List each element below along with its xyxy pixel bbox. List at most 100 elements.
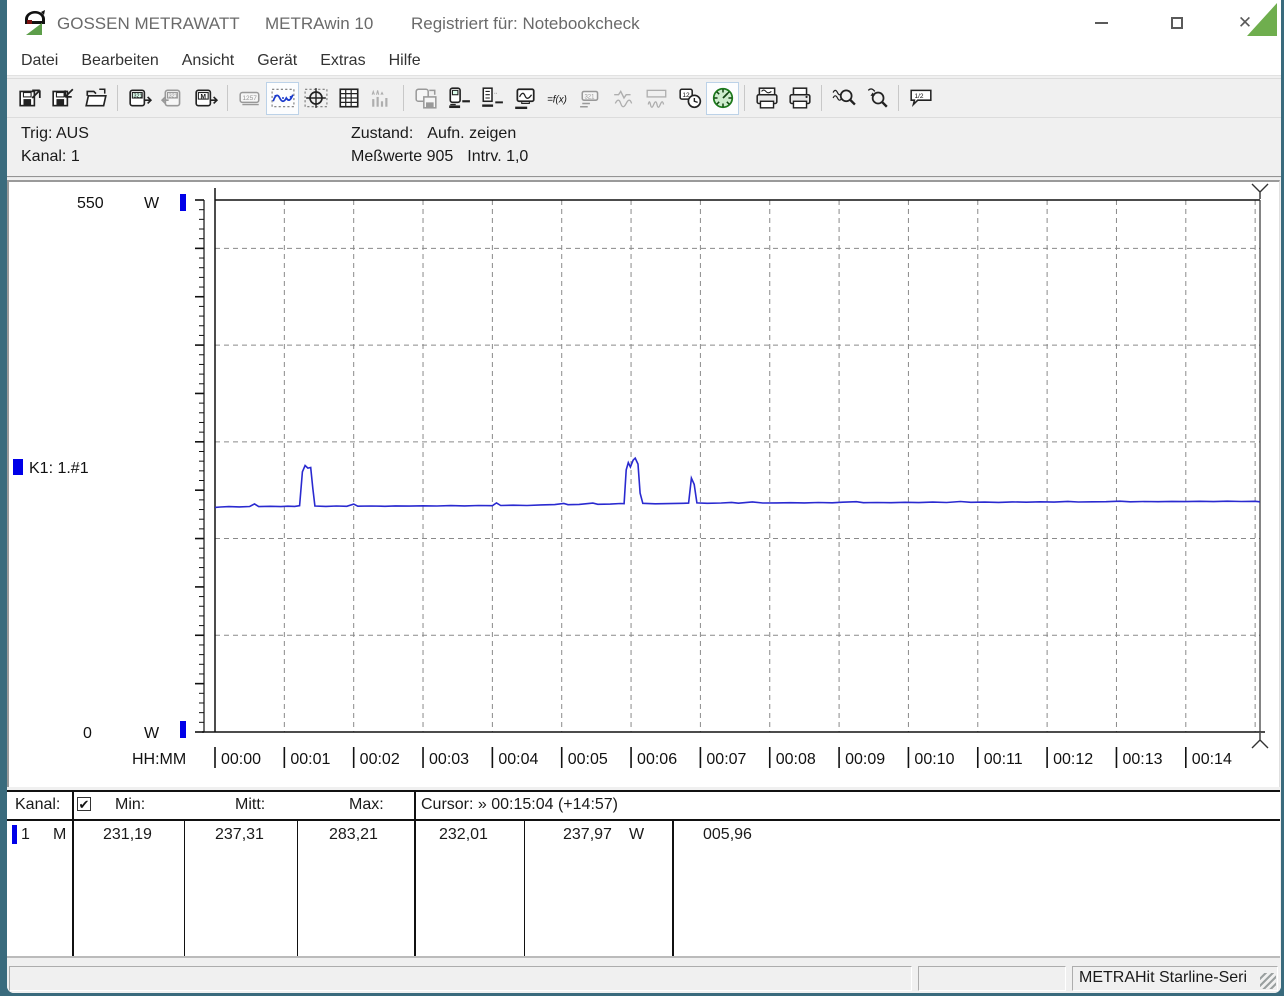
- gauge-green-icon: [712, 87, 733, 109]
- channel-flag: M: [53, 826, 67, 843]
- table-header-min: Min:: [115, 796, 146, 813]
- read-memory-button[interactable]: M: [189, 82, 222, 115]
- save-file-button[interactable]: [46, 82, 79, 115]
- maximize-button[interactable]: [1157, 8, 1197, 38]
- x-tick-label: 00:06: [637, 751, 677, 768]
- cursor-top-handle[interactable]: [1251, 183, 1269, 199]
- toolbar-separator: [403, 85, 404, 111]
- cursor-right-value: 237,97: [563, 826, 612, 843]
- function-button[interactable]: =f(x): [541, 82, 574, 115]
- y-min-label: 0: [83, 725, 92, 742]
- registration-text: Registriert für: Notebookcheck: [411, 14, 640, 33]
- statusbar-device-name: METRAHit Starline-Seri: [1072, 966, 1278, 991]
- menu-datei[interactable]: Datei: [21, 49, 71, 73]
- time-settings-button[interactable]: 12: [673, 82, 706, 115]
- channel-number: 1: [21, 826, 30, 843]
- table-divider: [184, 819, 185, 956]
- zoom-in-button[interactable]: [827, 82, 860, 115]
- svg-text:321: 321: [584, 95, 595, 101]
- state-status: Zustand: Aufn. zeigen: [351, 125, 516, 143]
- zoom-out-button[interactable]: [860, 82, 893, 115]
- svg-text:321: 321: [168, 93, 177, 99]
- table-grid-icon: [338, 88, 359, 108]
- svg-text:1257: 1257: [242, 95, 257, 102]
- power-trend-chart[interactable]: 00:00 00:01 00:02 00:03 00:04 00:05 00:06 00:07…: [9, 182, 1280, 787]
- y-unit-bottom: W: [144, 725, 160, 742]
- x-tick-label: 00:04: [498, 751, 538, 768]
- menu-ansicht[interactable]: Ansicht: [182, 49, 247, 73]
- trend-view-button[interactable]: [266, 81, 299, 115]
- menu-geraet[interactable]: Gerät: [257, 49, 310, 73]
- xy-view-button[interactable]: [299, 82, 332, 115]
- table-divider: [414, 792, 416, 956]
- state-label: Zustand:: [351, 125, 414, 142]
- wave-single-icon: [613, 90, 632, 108]
- monitor-button[interactable]: [508, 82, 541, 115]
- menu-hilfe[interactable]: Hilfe: [389, 49, 434, 73]
- channel-color-marker: [12, 825, 17, 844]
- x-tick-label: 00:05: [568, 751, 608, 768]
- statistics-table: Kanal: ✔ Min: Mitt: Max: Cursor: » 00:15…: [7, 790, 1280, 958]
- channel-visible-checkbox[interactable]: ✔: [77, 797, 91, 811]
- app-name: GOSSEN METRAWATT: [57, 14, 240, 33]
- corner-triangle-decoration: [1247, 3, 1277, 36]
- samples-status: Meßwerte 905 Intrv. 1,0: [351, 148, 528, 166]
- export-file-button[interactable]: [13, 82, 46, 115]
- x-tick-label: 00:07: [706, 751, 746, 768]
- table-view-button[interactable]: [332, 82, 365, 115]
- menu-bearbeiten[interactable]: Bearbeiten: [81, 49, 171, 73]
- callout-icon: 1/2: [909, 89, 932, 108]
- printer-icon: [788, 87, 811, 109]
- annotation-button[interactable]: 1/2: [904, 82, 937, 115]
- table-header-cursor: Cursor: » 00:15:04 (+14:57): [421, 796, 619, 813]
- svg-text:M: M: [200, 94, 205, 101]
- maximize-icon: [1171, 17, 1183, 29]
- display-digits-icon: 1257: [238, 91, 259, 106]
- status-bar: METRAHit Starline-Seri: [7, 963, 1281, 993]
- y-min-marker: [180, 721, 186, 738]
- numeric-display-button: 1257: [233, 82, 266, 115]
- stat-mitt-value: 237,31: [215, 826, 264, 843]
- svg-text:1/2: 1/2: [914, 93, 923, 100]
- interval-value: Intrv. 1,0: [467, 148, 529, 165]
- x-tick-label: 00:08: [776, 751, 816, 768]
- read-device-button[interactable]: 321: [123, 82, 156, 115]
- device-out-icon: 321: [128, 89, 152, 107]
- device-settings-button[interactable]: [442, 82, 475, 115]
- floppy-out-icon: [18, 89, 41, 107]
- product-name: METRAwin 10: [265, 14, 374, 33]
- device-m-icon: M: [194, 89, 218, 107]
- trend-chart-panel[interactable]: 00:00 00:01 00:02 00:03 00:04 00:05 00:06 00:07…: [7, 180, 1280, 787]
- histogram-view-button: [365, 82, 398, 115]
- store-config-button: [409, 82, 442, 115]
- folder-open-icon: [84, 88, 107, 107]
- table-header-max: Max:: [349, 796, 384, 813]
- cursor-bottom-handle[interactable]: [1251, 733, 1269, 749]
- multi-curve-button: [640, 82, 673, 115]
- list-tool-icon: ..: [481, 87, 503, 107]
- menu-extras[interactable]: Extras: [320, 49, 378, 73]
- minimize-button[interactable]: [1081, 8, 1121, 38]
- toolbar: 321 321 M 1257.. =f(x) 321 12 1/2: [7, 78, 1281, 118]
- y-max-label: 550: [77, 195, 104, 212]
- table-header-rule: [7, 819, 1280, 821]
- floppy-in-icon: [51, 88, 73, 107]
- print-button[interactable]: [783, 82, 816, 115]
- table-divider: [672, 819, 674, 956]
- open-file-button[interactable]: [79, 82, 112, 115]
- stat-max-value: 283,21: [329, 826, 378, 843]
- print-preview-button[interactable]: [750, 82, 783, 115]
- live-gauge-button[interactable]: [706, 81, 739, 115]
- table-divider: [524, 819, 525, 956]
- svg-text:=f(x): =f(x): [547, 94, 567, 105]
- printer-wave-icon: [755, 87, 778, 109]
- statusbar-message-area: [9, 966, 912, 991]
- channel-settings-button[interactable]: ..: [475, 82, 508, 115]
- device-name-text: METRAHit Starline-Seri: [1079, 969, 1248, 986]
- write-device-button: 321: [156, 82, 189, 115]
- toolbar-separator: [117, 85, 118, 111]
- resize-grip[interactable]: [1260, 973, 1276, 989]
- x-tick-label: 00:14: [1192, 751, 1232, 768]
- histogram-icon: [371, 89, 387, 107]
- channel-status: Kanal: 1: [21, 148, 80, 165]
